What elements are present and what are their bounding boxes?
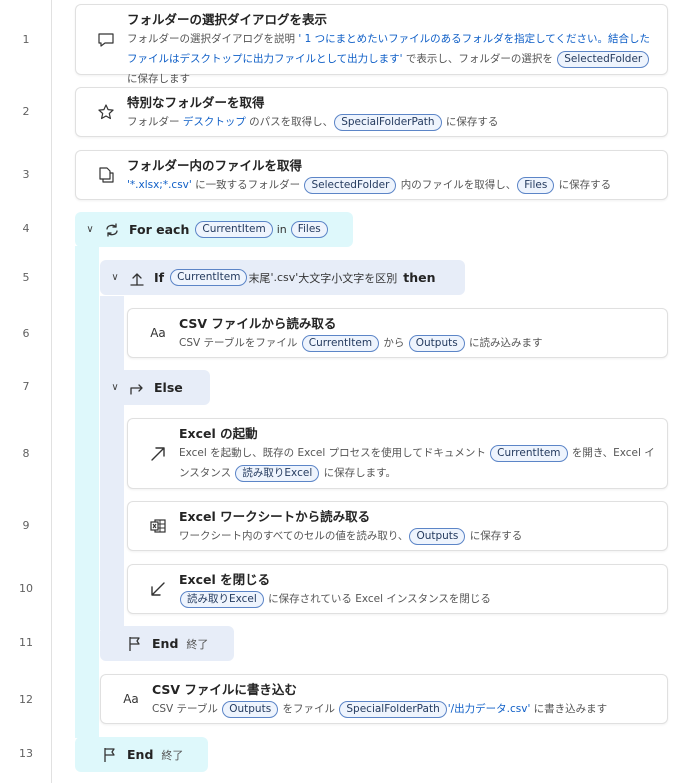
action-description: 読み取りExcel に保存されている Excel インスタンスを閉じる (179, 589, 657, 609)
action-title: Excel を閉じる (179, 572, 271, 587)
if-block-header[interactable]: ∨ If CurrentItem 末尾 '.csv' 大文字小文字を区別 then (100, 260, 465, 295)
line-number: 13 (19, 747, 33, 760)
variable-pill[interactable]: Files (290, 221, 328, 238)
else-block-header[interactable]: ∨ Else (100, 370, 210, 405)
files-icon (96, 165, 116, 185)
arrow-down-left-icon (148, 579, 168, 599)
foreach-block-header[interactable]: ∨ For each CurrentItem in Files (75, 212, 353, 247)
action-title: CSV ファイルに書き込む (152, 682, 297, 697)
if-keyword: If (154, 270, 165, 285)
variable-pill[interactable]: 読み取りExcel (180, 590, 264, 608)
action-title: フォルダー内のファイルを取得 (127, 158, 303, 173)
variable-pill[interactable]: CurrentItem (490, 444, 568, 462)
then-keyword: then (403, 270, 436, 285)
action-description: CSV テーブル Outputs をファイル SpecialFolderPath… (152, 699, 657, 719)
loop-icon (101, 221, 123, 239)
action-title: Excel ワークシートから読み取る (179, 509, 371, 524)
action-description: '*.xlsx;*.csv' に一致するフォルダー SelectedFolder… (127, 175, 657, 195)
action-title: 特別なフォルダーを取得 (127, 95, 265, 110)
variable-pill[interactable]: Outputs (409, 527, 466, 545)
action-description: CSV テーブルをファイル CurrentItem から Outputs に読み… (179, 333, 657, 353)
line-number: 2 (22, 105, 30, 118)
variable-pill[interactable]: CurrentItem (195, 221, 273, 238)
action-display-folder-dialog[interactable]: フォルダーの選択ダイアログを表示 フォルダーの選択ダイアログを説明 ' 1 つに… (75, 4, 668, 85)
end-if-block[interactable]: End 終了 (100, 626, 234, 661)
action-description: フォルダー デスクトップ のパスを取得し、 SpecialFolderPath に… (127, 112, 657, 132)
text-aa-icon: Aa (150, 326, 166, 340)
variable-pill[interactable]: SpecialFolderPath (339, 700, 447, 718)
line-number: 3 (22, 168, 30, 181)
foreach-keyword: For each (129, 222, 190, 237)
line-number: 6 (22, 327, 30, 340)
variable-pill[interactable]: SelectedFolder (557, 50, 650, 68)
flag-icon (124, 635, 146, 653)
action-description: フォルダーの選択ダイアログを説明 ' 1 つにまとめたいファイルのあるフォルダを… (127, 33, 650, 85)
excel-worksheet-icon (148, 516, 168, 536)
variable-pill[interactable]: Files (517, 176, 555, 194)
action-read-csv[interactable]: Aa CSV ファイルから読み取る CSV テーブルをファイル CurrentI… (127, 308, 668, 358)
variable-pill[interactable]: Outputs (222, 700, 279, 718)
line-number: 1 (22, 33, 30, 46)
line-number: 5 (22, 271, 30, 284)
if-scope-rail (100, 296, 124, 630)
variable-pill[interactable]: CurrentItem (170, 269, 248, 286)
variable-pill[interactable]: Outputs (408, 334, 465, 352)
action-write-csv[interactable]: Aa CSV ファイルに書き込む CSV テーブル Outputs をファイル … (100, 674, 668, 724)
chevron-down-icon[interactable]: ∨ (104, 272, 126, 283)
end-foreach-block[interactable]: End 終了 (75, 737, 208, 772)
star-icon (96, 102, 116, 122)
end-keyword: End (152, 636, 179, 651)
action-title: Excel の起動 (179, 426, 258, 441)
branch-icon (126, 269, 148, 287)
chevron-down-icon[interactable]: ∨ (79, 224, 101, 235)
else-keyword: Else (154, 380, 183, 395)
flag-icon (99, 746, 121, 764)
action-description: Excel を起動し、既存の Excel プロセスを使用してドキュメント Cur… (179, 443, 657, 483)
text-aa-icon: Aa (123, 692, 139, 706)
line-number: 8 (22, 447, 30, 460)
variable-pill[interactable]: 読み取りExcel (235, 464, 320, 482)
end-keyword: End (127, 747, 154, 762)
chevron-down-icon[interactable]: ∨ (104, 382, 126, 393)
variable-pill[interactable]: CurrentItem (301, 334, 380, 352)
variable-pill[interactable]: SpecialFolderPath (334, 113, 442, 131)
action-get-files-in-folder[interactable]: フォルダー内のファイルを取得 '*.xlsx;*.csv' に一致するフォルダー… (75, 150, 668, 200)
line-number: 12 (19, 693, 33, 706)
foreach-scope-rail (75, 246, 99, 738)
action-close-excel[interactable]: Excel を閉じる 読み取りExcel に保存されている Excel インスタ… (127, 564, 668, 614)
line-number: 11 (19, 636, 33, 649)
else-branch-icon (126, 379, 148, 397)
line-number: 10 (19, 582, 33, 595)
action-get-special-folder[interactable]: 特別なフォルダーを取得 フォルダー デスクトップ のパスを取得し、 Special… (75, 87, 668, 137)
variable-pill[interactable]: SelectedFolder (304, 176, 397, 194)
action-read-worksheet[interactable]: Excel ワークシートから読み取る ワークシート内のすべてのセルの値を読み取り… (127, 501, 668, 551)
message-icon (96, 30, 116, 50)
action-description: ワークシート内のすべてのセルの値を読み取り、 Outputs に保存する (179, 526, 657, 546)
line-number: 9 (22, 519, 30, 532)
line-number: 7 (22, 380, 30, 393)
action-title: CSV ファイルから読み取る (179, 316, 337, 331)
line-number: 4 (22, 222, 30, 235)
action-launch-excel[interactable]: Excel の起動 Excel を起動し、既存の Excel プロセスを使用して… (127, 418, 668, 489)
arrow-up-right-icon (148, 444, 168, 464)
action-title: フォルダーの選択ダイアログを表示 (127, 12, 328, 27)
